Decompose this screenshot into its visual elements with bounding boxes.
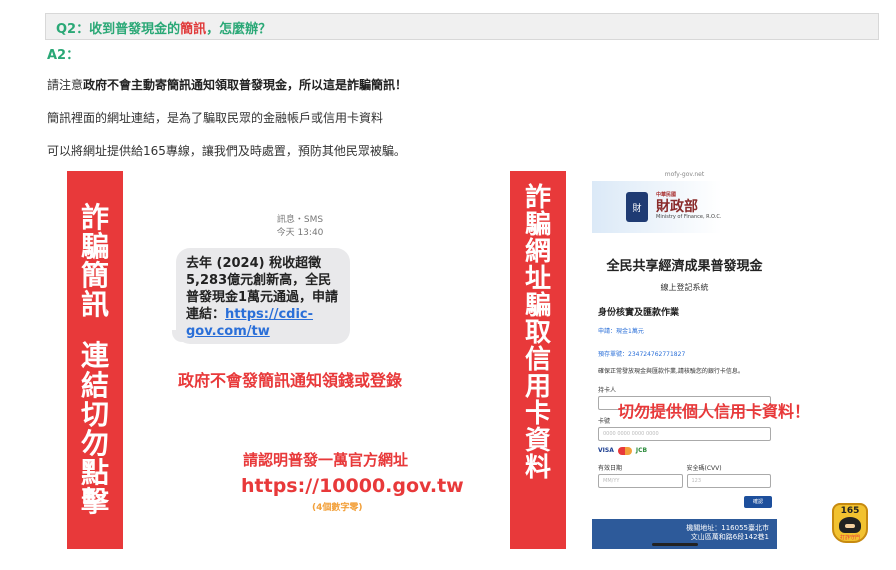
jcb-icon: JCB: [635, 447, 648, 454]
banner-char: 用: [524, 372, 551, 403]
note-gov-no-sms: 政府不會發簡訊通知領錢或登錄: [178, 371, 403, 390]
note-official-site: 請認明普發一萬官方網址: [243, 451, 409, 469]
official-url-note: (4個數字零): [312, 503, 363, 513]
banner-char: 網: [524, 237, 551, 268]
question-highlight: 簡訊: [180, 22, 207, 37]
paragraph-2: 簡訊裡面的網址連結，是為了騙取民眾的金融帳戶或信用卡資料: [47, 111, 384, 125]
expiry-label: 有效日期: [598, 465, 623, 472]
faq-question-bar: Q2：收到普發現金的簡訊，怎麼辦？: [45, 13, 879, 40]
banner-char: 結: [80, 368, 109, 402]
banner-char: 騙: [524, 210, 551, 241]
banner-char: 料: [524, 453, 551, 484]
footer-line-1: 機關地址：116055臺北市: [686, 524, 769, 532]
site-footer: 機關地址：116055臺北市 文山區萬和路6段142巷1: [592, 519, 777, 549]
banner-char: 信: [524, 345, 551, 376]
card-number-input[interactable]: 0000 0000 0000 0000: [598, 427, 771, 441]
165-police-badge-icon: 165 打詐守門: [832, 503, 868, 543]
banner-char: 擊: [80, 484, 109, 518]
site-title: 全民共享經濟成果普發現金: [606, 259, 763, 274]
banner-char: 騙: [524, 291, 551, 322]
banner-char: 資: [524, 426, 551, 457]
question-prefix: Q2：收到普發現金的: [56, 22, 181, 37]
apply-line: 申請：現金1萬元: [598, 328, 644, 335]
cvv-label: 安全碼(CVV): [686, 465, 722, 472]
visa-icon: VISA: [598, 447, 614, 454]
home-indicator: [652, 543, 698, 546]
banner-char: 訊: [80, 288, 109, 322]
left-vertical-banner: 詐 騙 簡 訊 連 結 切 勿 點 擊: [67, 171, 123, 549]
submit-button[interactable]: 確認: [744, 496, 772, 508]
official-url: https://10000.gov.tw: [241, 475, 464, 497]
banner-char: 簡: [80, 259, 109, 293]
banner-char: 址: [524, 264, 551, 295]
site-subtitle: 線上登記系統: [660, 283, 709, 292]
answer-label: A2：: [47, 48, 80, 63]
question-suffix: ，怎麼辦？: [206, 22, 272, 37]
banner-char: 連: [80, 339, 109, 373]
expiry-cvv-row: 有效日期 MM/YY 安全碼(CVV) 123: [598, 463, 771, 488]
expiry-input[interactable]: MM/YY: [598, 474, 683, 488]
phishing-site-screenshot: mofy-gov.net 財 中華民國 財政部 Ministry of Fina…: [592, 163, 777, 549]
site-desc: 確保正常發放現金與匯款作業,請核驗您的銀行卡信息。: [598, 368, 744, 375]
paragraph-1-bold: 政府不會主動寄簡訊通知領取普發現金，所以這是詐騙簡訊！: [83, 78, 408, 92]
banner-char: 取: [524, 318, 551, 349]
brand-main: 財政部: [656, 198, 698, 215]
sms-time: 今天 13:40: [276, 227, 324, 238]
badge-caption: 打詐守門: [839, 535, 860, 541]
mastercard-icon: [617, 447, 632, 455]
sms-meta: 訊息・SMS 今天 13:40: [250, 214, 350, 239]
banner-char: 詐: [524, 183, 551, 213]
paragraph-1: 請注意政府不會主動寄簡訊通知領取普發現金，所以這是詐騙簡訊！: [47, 76, 407, 93]
ref-line: 預存單號：2347247627718​27: [598, 351, 686, 358]
banner-char: 勿: [80, 426, 109, 460]
card-brands: VISA JCB: [598, 447, 777, 455]
paragraph-3: 可以將網址提供給165專線，讓我們及時處置，預防其他民眾被騙。: [47, 144, 406, 158]
paragraph-1-lead: 請注意: [47, 78, 84, 92]
phone-url: mofy-gov.net: [664, 171, 705, 178]
warning-no-card-info: 切勿提供個人信用卡資料！: [618, 402, 811, 421]
banner-char: 詐: [80, 201, 109, 234]
site-header: 財 中華民國 財政部 Ministry of Finance, R.O.C.: [592, 181, 777, 233]
cvv-input[interactable]: 123: [686, 474, 771, 488]
brand-en: Ministry of Finance, R.O.C.: [656, 214, 722, 221]
banner-char: 切: [80, 397, 109, 431]
footer-line-2: 文山區萬和路6段142巷1: [690, 533, 769, 542]
ministry-brand: 中華民國 財政部 Ministry of Finance, R.O.C.: [656, 192, 722, 221]
ministry-emblem-icon: 財: [626, 192, 648, 222]
mascot-face-icon: [839, 517, 861, 533]
cardholder-label: 持卡人: [598, 387, 617, 394]
right-vertical-banner: 詐 騙 網 址 騙 取 信 用 卡 資 料: [510, 171, 566, 549]
banner-char: 點: [80, 455, 109, 489]
banner-char: 騙: [80, 230, 109, 264]
badge-number: 165: [840, 506, 860, 516]
site-section: 身份核實及匯款作業: [598, 308, 680, 318]
banner-char: 卡: [524, 399, 551, 430]
sms-type: 訊息・SMS: [276, 215, 324, 225]
sms-bubble: 去年 (2024) 稅收超徵5,283億元創新高，全民普發現金1萬元通過，申請連…: [176, 248, 350, 344]
